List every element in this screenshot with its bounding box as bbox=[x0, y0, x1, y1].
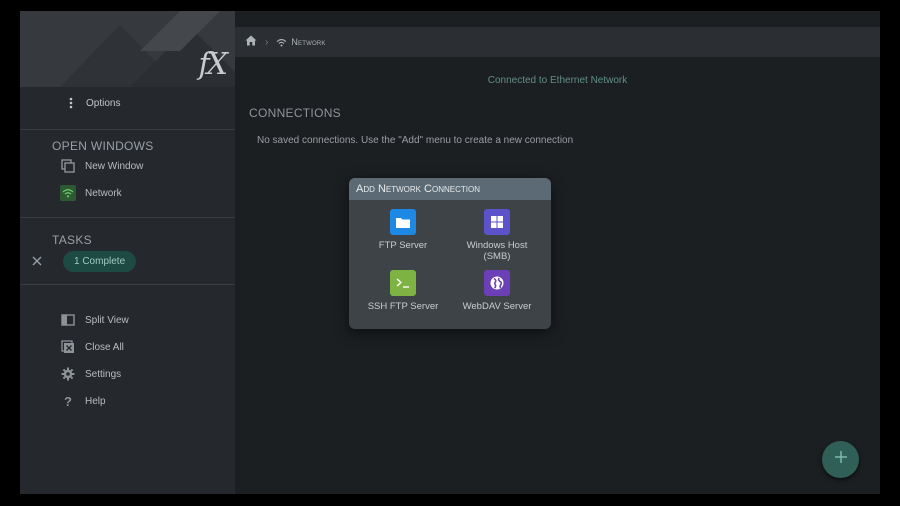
dialog-title: Add Network Connection bbox=[349, 178, 551, 200]
option-webdav-server[interactable]: WebDAV Server bbox=[447, 270, 547, 312]
chevron-right-icon: › bbox=[265, 36, 269, 48]
windows-icon bbox=[484, 209, 510, 235]
sidebar-item-close-all[interactable]: Close All bbox=[60, 336, 124, 358]
sidebar-item-label: Split View bbox=[85, 314, 129, 326]
option-windows-host[interactable]: Windows Host (SMB) bbox=[447, 209, 547, 262]
sidebar-item-new-window[interactable]: New Window bbox=[60, 155, 143, 177]
option-label: SSH FTP Server bbox=[367, 301, 439, 312]
more-vertical-icon bbox=[64, 97, 78, 109]
new-window-icon bbox=[60, 158, 76, 174]
close-all-icon bbox=[60, 339, 76, 355]
breadcrumb: › Network bbox=[235, 27, 880, 57]
logo-area: fX bbox=[20, 11, 235, 87]
breadcrumb-label: Network bbox=[291, 37, 326, 47]
main-content: › Network Connected to Ethernet Network … bbox=[235, 11, 880, 494]
divider bbox=[20, 129, 235, 130]
sidebar-item-split-view[interactable]: Split View bbox=[60, 309, 129, 331]
add-network-connection-dialog: Add Network Connection FTP Server Window… bbox=[349, 178, 551, 329]
divider bbox=[20, 284, 235, 285]
connection-status: Connected to Ethernet Network bbox=[487, 75, 628, 86]
folder-icon bbox=[390, 209, 416, 235]
option-ssh-ftp-server[interactable]: SSH FTP Server bbox=[353, 270, 453, 312]
sidebar-item-label: Network bbox=[85, 187, 122, 199]
sidebar-item-label: Close All bbox=[85, 341, 124, 353]
option-ftp-server[interactable]: FTP Server bbox=[353, 209, 453, 251]
terminal-icon bbox=[390, 270, 416, 296]
sidebar-item-label: New Window bbox=[85, 160, 144, 172]
tasks-title: Tasks bbox=[52, 233, 92, 247]
plus-icon bbox=[834, 450, 848, 469]
app-logo: fX bbox=[198, 47, 229, 82]
divider bbox=[20, 217, 235, 218]
task-status-chip[interactable]: 1 Complete bbox=[63, 251, 137, 272]
options-button[interactable]: Options bbox=[64, 97, 120, 109]
globe-icon bbox=[484, 270, 510, 296]
sidebar-item-label: Help bbox=[85, 395, 106, 407]
open-windows-title: Open Windows bbox=[52, 139, 154, 153]
help-icon: ? bbox=[64, 393, 72, 409]
option-label: FTP Server bbox=[378, 240, 428, 251]
options-label: Options bbox=[86, 97, 121, 109]
option-label: Windows Host (SMB) bbox=[466, 240, 528, 262]
sidebar-item-settings[interactable]: Settings bbox=[60, 363, 121, 385]
breadcrumb-network[interactable]: Network bbox=[276, 37, 325, 47]
home-icon[interactable] bbox=[245, 33, 257, 51]
split-view-icon bbox=[60, 312, 76, 328]
connections-title: Connections bbox=[249, 106, 341, 120]
sidebar-item-network[interactable]: Network bbox=[60, 182, 122, 204]
sidebar-item-help[interactable]: ? Help bbox=[60, 390, 106, 412]
sidebar-item-label: Settings bbox=[85, 368, 122, 380]
wifi-icon bbox=[276, 38, 287, 47]
add-button[interactable] bbox=[822, 441, 859, 478]
close-icon[interactable] bbox=[30, 254, 44, 268]
sidebar: fX Options Open Windows New Window Netwo… bbox=[20, 11, 235, 494]
empty-message: No saved connections. Use the "Add" menu… bbox=[257, 135, 574, 146]
gear-icon bbox=[60, 366, 76, 382]
wifi-icon bbox=[60, 185, 76, 201]
option-label: WebDAV Server bbox=[462, 301, 532, 312]
